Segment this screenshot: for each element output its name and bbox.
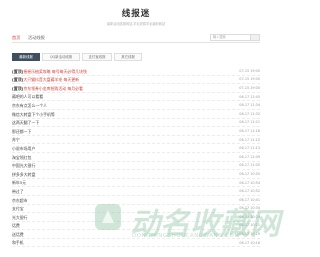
pinned-tag: [置顶]: [12, 77, 24, 83]
tab-qq[interactable]: QQ新活动线报: [42, 53, 80, 61]
list-item[interactable]: 薅吧的人可以看看 06-17 11:45: [12, 93, 260, 102]
item-title[interactable]: 微信大转盘下个小手机等: [12, 112, 55, 118]
pinned-tag: [置顶]: [12, 85, 24, 91]
nav-item-home[interactable]: 首页: [12, 35, 20, 41]
item-title[interactable]: 京东有点怎么一个人: [12, 103, 47, 109]
item-title[interactable]: 送话费: [12, 232, 24, 238]
item-date: 06-17 10:54: [239, 180, 260, 185]
item-title-text: 这两天翻了一下: [12, 120, 40, 126]
list-item[interactable]: 苏宁 06-17 11:15: [12, 136, 260, 145]
item-title[interactable]: 和手机: [12, 240, 24, 246]
watermark-subtext: DONGMINGSHOUCANGWANG.COM: [132, 233, 240, 239]
item-date: 06-17 11:34: [239, 103, 260, 108]
tab-alipay[interactable]: 支付宝线报: [82, 53, 112, 61]
item-date: 06-17 11:13: [239, 146, 260, 151]
item-date: 07-15 19:00: [239, 77, 260, 82]
search-button[interactable]: [250, 35, 259, 40]
item-title[interactable]: 话费: [12, 223, 20, 229]
item-title-text: 京东领券小金库抢购活动 每月必看: [23, 85, 83, 91]
list-item[interactable]: [置顶]摇摇乐抽奖攻略 每号每天必得几块钱 07-15 19:00: [12, 67, 260, 76]
item-date: 06-17 11:16: [239, 128, 260, 133]
item-title-text: 中国光大银行: [12, 163, 36, 169]
item-title[interactable]: 拼多多大转盘: [12, 172, 35, 178]
list-item[interactable]: 淘宝领红包 06-17 11:09: [12, 153, 260, 162]
item-title[interactable]: 中国光大银行: [12, 163, 35, 169]
item-title[interactable]: 带过了: [12, 189, 24, 195]
item-title[interactable]: 淘宝领红包: [12, 155, 31, 161]
list-item[interactable]: 小说市场用户 06-17 11:13: [12, 144, 260, 153]
item-title-text: 话费: [12, 223, 20, 229]
tab-other[interactable]: 其它线报: [114, 53, 142, 61]
item-title-text: 那还都一下: [12, 128, 32, 134]
item-title[interactable]: [置顶]摇摇乐抽奖攻略 每号每天必得几块钱: [12, 69, 87, 75]
item-title-text: 新年5元: [12, 180, 27, 186]
list-item[interactable]: 微信大转盘下个小手机等 06-17 11:32: [12, 110, 260, 119]
site-tagline: 最新活动线报网站,羊毛党薅羊毛福利网站: [106, 22, 166, 26]
list-item[interactable]: 带过了 06-17 10:52: [12, 187, 260, 196]
item-title-text: 小说市场用户: [12, 145, 36, 151]
item-title-text: 光大银行: [12, 214, 28, 220]
site-header: 线报迷 最新活动线报网站,羊毛党薅羊毛福利网站: [0, 0, 272, 30]
item-date: 06-17 11:21: [239, 120, 260, 125]
item-title-text: 微信大转盘下个小手机等: [12, 111, 55, 117]
list-item[interactable]: [置顶]大只猫抖音大盘薅羊毛 每天更新 07-15 19:00: [12, 76, 260, 85]
item-title[interactable]: 新年5元: [12, 180, 26, 186]
item-title[interactable]: [置顶]大只猫抖音大盘薅羊毛 每天更新: [12, 77, 79, 83]
item-title-text: 摇摇乐抽奖攻略 每号每天必得几块钱: [23, 68, 87, 74]
site-title[interactable]: 线报迷: [0, 7, 272, 19]
list-item[interactable]: [置顶]京东领券小金库抢购活动 每月必看 07-15 19:00: [12, 84, 260, 93]
list-item[interactable]: 拼多多大转盘 06-17 10:55: [12, 170, 260, 179]
nav-bar: 首页 活动线报 输入搜索: [12, 33, 260, 43]
item-title-text: 京东有点怎么一个人: [12, 102, 48, 108]
list-item[interactable]: 新年5元 06-17 10:54: [12, 179, 260, 188]
item-date: 07-15 19:00: [239, 68, 260, 73]
pinned-tag: [置顶]: [12, 68, 24, 74]
list-item[interactable]: 中国光大银行 06-17 11:05: [12, 162, 260, 171]
item-title[interactable]: 光大银行: [12, 215, 28, 221]
nav-item-deals[interactable]: 活动线报: [28, 35, 45, 41]
item-title-text: 薅吧的人可以看看: [12, 94, 44, 100]
item-date: 06-17 11:15: [239, 137, 260, 142]
item-title-text: 送话费: [12, 231, 24, 237]
item-title[interactable]: 苏宁: [12, 137, 20, 143]
item-date: 06-17 11:32: [239, 111, 260, 116]
item-title[interactable]: 薅吧的人可以看看: [12, 94, 43, 100]
item-title-text: 苏宁: [12, 137, 20, 143]
search-placeholder: 输入搜索: [213, 35, 226, 39]
item-title[interactable]: 京东超市: [12, 198, 28, 204]
item-date: 06-17 10:52: [239, 189, 260, 194]
item-date: 06-17 11:45: [239, 94, 260, 99]
search-input[interactable]: 输入搜索: [210, 34, 260, 41]
item-title-text: 拼多多大转盘: [12, 171, 36, 177]
watermark: 动名收藏网 DONGMINGSHOUCANGWANG.COM: [92, 197, 280, 245]
item-date: 07-15 19:00: [239, 85, 260, 90]
item-title-text: 带过了: [12, 188, 24, 194]
item-title[interactable]: 这两天翻了一下: [12, 120, 39, 126]
item-title-text: 和手机: [12, 240, 24, 246]
item-title[interactable]: [置顶]京东领券小金库抢购活动 每月必看: [12, 86, 83, 92]
item-title[interactable]: 小说市场用户: [12, 146, 35, 152]
list-item[interactable]: 那还都一下 06-17 11:16: [12, 127, 260, 136]
item-title[interactable]: 那还都一下: [12, 129, 31, 135]
list-item[interactable]: 这两天翻了一下 06-17 11:21: [12, 119, 260, 128]
item-title-text: 支付宝: [12, 206, 24, 212]
item-title-text: 淘宝领红包: [12, 154, 32, 160]
list-item[interactable]: 京东有点怎么一个人 06-17 11:34: [12, 101, 260, 110]
watermark-logo-icon: [95, 204, 121, 230]
item-title-text: 京东超市: [12, 197, 28, 203]
item-date: 06-17 10:55: [239, 171, 260, 176]
item-title[interactable]: 支付宝: [12, 206, 24, 212]
tab-latest[interactable]: 最新线报: [12, 53, 40, 61]
item-title-text: 大只猫抖音大盘薅羊毛 每天更新: [23, 77, 80, 83]
item-date: 06-17 11:09: [239, 154, 260, 159]
item-date: 06-17 11:05: [239, 163, 260, 168]
